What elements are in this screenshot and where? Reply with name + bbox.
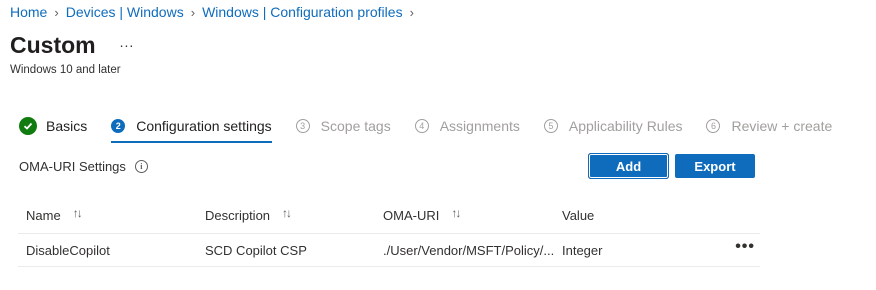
step-basics[interactable]: Basics xyxy=(19,116,87,136)
step-scope-tags[interactable]: 3 Scope tags xyxy=(295,116,391,136)
column-header-value: Value xyxy=(562,208,594,223)
page-header: Custom ... xyxy=(10,32,134,59)
column-label: Description xyxy=(205,208,271,223)
breadcrumb: Home › Devices | Windows › Windows | Con… xyxy=(10,4,421,20)
step-label: Review + create xyxy=(731,118,833,134)
row-more-options-icon[interactable]: ••• xyxy=(735,238,755,256)
chevron-right-icon: › xyxy=(409,4,414,20)
table-header: Name ↑↓ Description ↑↓ OMA-URI ↑↓ Value xyxy=(18,203,760,234)
step-number: 2 xyxy=(111,119,126,133)
chevron-right-icon: › xyxy=(54,4,59,20)
page-title: Custom xyxy=(10,32,96,58)
info-icon[interactable]: i xyxy=(134,160,148,173)
column-label: OMA-URI xyxy=(383,208,440,223)
step-applicability-rules[interactable]: 5 Applicability Rules xyxy=(543,116,683,136)
step-label: Scope tags xyxy=(320,118,391,134)
page-subtitle: Windows 10 and later xyxy=(10,64,121,76)
step-label: Assignments xyxy=(439,118,520,134)
column-header-description[interactable]: Description ↑↓ xyxy=(205,206,292,224)
column-label: Name xyxy=(26,208,61,223)
more-options-icon[interactable]: ... xyxy=(120,34,135,50)
checkmark-icon xyxy=(19,117,37,135)
cell-description: SCD Copilot CSP xyxy=(205,243,307,258)
add-button[interactable]: Add xyxy=(588,153,669,179)
step-number: 3 xyxy=(295,119,310,133)
step-number: 5 xyxy=(543,119,558,133)
breadcrumb-devices-windows-link[interactable]: Devices | Windows xyxy=(66,4,184,20)
step-assignments[interactable]: 4 Assignments xyxy=(414,116,520,136)
column-header-name[interactable]: Name ↑↓ xyxy=(26,206,83,224)
oma-uri-settings-header: OMA-URI Settings i xyxy=(19,159,148,174)
cell-oma-uri: ./User/Vendor/MSFT/Policy/... xyxy=(383,243,555,258)
breadcrumb-configuration-profiles-link[interactable]: Windows | Configuration profiles xyxy=(202,4,403,20)
sort-icon[interactable]: ↑↓ xyxy=(282,206,292,220)
cell-value: Integer xyxy=(562,243,603,258)
step-review-create[interactable]: 6 Review + create xyxy=(706,116,832,136)
cell-name: DisableCopilot xyxy=(26,243,110,258)
breadcrumb-home-link[interactable]: Home xyxy=(10,4,47,20)
export-button[interactable]: Export xyxy=(675,154,755,178)
column-header-oma-uri[interactable]: OMA-URI ↑↓ xyxy=(383,206,461,224)
sort-icon[interactable]: ↑↓ xyxy=(451,206,461,220)
step-label: Configuration settings xyxy=(136,118,272,134)
step-number: 4 xyxy=(414,119,429,133)
table-row[interactable]: DisableCopilot SCD Copilot CSP ./User/Ve… xyxy=(18,234,760,267)
step-label: Applicability Rules xyxy=(568,118,683,134)
oma-uri-settings-label: OMA-URI Settings xyxy=(19,159,126,174)
column-label: Value xyxy=(562,208,595,223)
step-label: Basics xyxy=(46,118,88,134)
oma-uri-table: Name ↑↓ Description ↑↓ OMA-URI ↑↓ Value … xyxy=(18,203,760,267)
sort-icon[interactable]: ↑↓ xyxy=(73,206,83,220)
step-number: 6 xyxy=(706,119,721,133)
wizard-steps: Basics 2 Configuration settings 3 Scope … xyxy=(19,116,856,143)
chevron-right-icon: › xyxy=(190,4,196,20)
step-configuration-settings[interactable]: 2 Configuration settings xyxy=(111,116,273,143)
